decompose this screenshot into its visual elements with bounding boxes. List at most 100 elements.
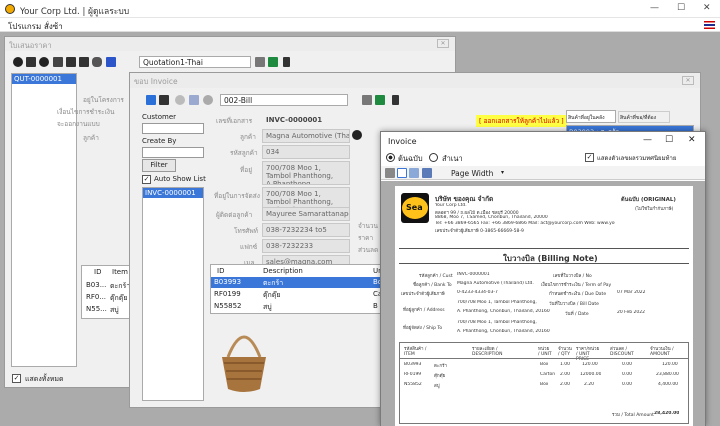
table-header: ส่วนลด / DISCOUNT bbox=[610, 347, 634, 357]
show-decimal-label: แสดงตัวเลขผลรวมทศนิยมท้าย bbox=[597, 155, 677, 162]
chevron-down-icon[interactable]: ▾ bbox=[501, 169, 504, 176]
list-item[interactable]: INVC-0000001 bbox=[143, 188, 203, 198]
fax-field[interactable]: 038-7232233 bbox=[262, 239, 350, 253]
list-item[interactable]: QUT-0000001 bbox=[12, 74, 76, 84]
company-logo: Sea bbox=[401, 193, 429, 223]
delete-icon[interactable] bbox=[175, 95, 185, 105]
table-row[interactable]: ตุ๊กตุ๊ย bbox=[110, 293, 127, 304]
save-icon[interactable] bbox=[106, 57, 116, 67]
info-key: เงื่อนไขการชำระเงิน / Term of Pay bbox=[541, 283, 612, 288]
minimize-button[interactable]: — bbox=[650, 3, 659, 13]
contact-field[interactable]: Mayuree Samarattanaporn bbox=[262, 207, 350, 221]
table-header: ราคา/หน่วย / UNIT PRICE bbox=[576, 347, 600, 362]
tab-requested[interactable]: สินค้าที่ขอ/ที่ต้อง bbox=[618, 111, 670, 123]
send-icon[interactable] bbox=[79, 57, 89, 67]
export-icon[interactable] bbox=[422, 168, 432, 178]
table-row[interactable]: ตุ๊กตุ๊ย bbox=[263, 290, 280, 301]
show-decimal-checkbox[interactable]: ✓ bbox=[585, 153, 594, 162]
items-table: รหัสสินค้า / ITEM รายละเอียด / DESCRIPTI… bbox=[399, 342, 689, 424]
page-icon[interactable] bbox=[397, 168, 407, 178]
approve-icon[interactable] bbox=[203, 95, 213, 105]
logo-text: Sea bbox=[406, 203, 423, 212]
table-cell: Box bbox=[540, 362, 549, 367]
info-key: วันที่ / Date bbox=[565, 312, 589, 317]
invoice-list[interactable]: INVC-0000001 bbox=[142, 187, 204, 401]
print-icon[interactable] bbox=[362, 95, 372, 105]
quotation-close-button[interactable]: ✕ bbox=[437, 39, 449, 48]
table-cell: 0.00 bbox=[622, 362, 633, 367]
quotation-doctype-select[interactable]: Quotation1-Thai bbox=[139, 56, 251, 68]
customer-filter-input[interactable] bbox=[142, 123, 204, 134]
customer-search-icon[interactable] bbox=[352, 130, 362, 140]
report-close-button[interactable]: ✕ bbox=[688, 135, 696, 145]
excel-icon[interactable] bbox=[268, 57, 278, 67]
table-cell: 2.00 bbox=[560, 382, 571, 387]
table-row[interactable]: B03993 bbox=[214, 278, 241, 286]
add-icon[interactable] bbox=[13, 57, 23, 67]
invoice-close-button[interactable]: ✕ bbox=[682, 76, 694, 85]
table-cell: B03993 bbox=[404, 362, 422, 367]
table-row[interactable]: ตะกร้า bbox=[263, 278, 283, 289]
copy-icon[interactable] bbox=[409, 168, 419, 178]
grid-icon[interactable] bbox=[66, 57, 76, 67]
address-field[interactable]: 700/708 Moo 1, Tambol Phanthong, A.Phant… bbox=[262, 161, 350, 185]
add-icon[interactable] bbox=[146, 95, 156, 105]
report-page: Sea บริษัท ของคุณ จำกัด Your Corp Ltd. ต… bbox=[395, 186, 693, 426]
table-row[interactable]: B03... bbox=[86, 281, 106, 289]
radio-original-label: ต้นฉบับ bbox=[398, 154, 423, 163]
quotation-list[interactable]: QUT-0000001 bbox=[11, 73, 77, 367]
flag-icon bbox=[704, 21, 715, 29]
doc-title: ใบวางบิล (Billing Note) bbox=[503, 254, 598, 263]
table-row[interactable]: N55852 bbox=[214, 302, 242, 310]
table-cell: สบู่ bbox=[434, 384, 440, 389]
quotation-toolbar: Quotation1-Thai bbox=[5, 52, 455, 72]
table-row[interactable]: สบู่ bbox=[110, 305, 119, 316]
table-header: จำนวน / QTY bbox=[558, 347, 572, 357]
chat-icon[interactable] bbox=[92, 57, 102, 67]
hourglass-icon[interactable] bbox=[283, 57, 290, 67]
save-icon[interactable] bbox=[189, 95, 199, 105]
menu-bar: โปรแกรม สั่งซ้า bbox=[0, 18, 720, 32]
auto-show-checkbox[interactable]: ✓ bbox=[142, 175, 151, 184]
show-all-checkbox[interactable]: ✓ bbox=[12, 374, 21, 383]
tab-stock[interactable]: สินค้าที่อยู่ในคลัง bbox=[566, 110, 616, 123]
report-viewport: Sea บริษัท ของคุณ จำกัด Your Corp Ltd. ต… bbox=[381, 181, 705, 426]
phone-field[interactable]: 038-7232234 to5 bbox=[262, 223, 350, 237]
print-icon[interactable] bbox=[255, 57, 265, 67]
field-label-contact: ผู้ติดต่อลูกค้า bbox=[216, 211, 253, 219]
doc-no-field[interactable]: INVC-0000001 bbox=[262, 113, 348, 127]
create-by-input[interactable] bbox=[142, 147, 204, 158]
close-button[interactable]: ✕ bbox=[703, 3, 711, 13]
filter-icon[interactable] bbox=[53, 57, 63, 67]
zoom-select[interactable]: Page Width bbox=[447, 167, 509, 179]
table-header-divider bbox=[400, 358, 688, 359]
maximize-button[interactable]: ☐ bbox=[677, 3, 685, 13]
delete-icon[interactable] bbox=[39, 57, 49, 67]
table-row[interactable]: RF0... bbox=[86, 293, 106, 301]
field-label-doc-no: เลขที่เอกสาร bbox=[216, 117, 253, 125]
table-cell: N55852 bbox=[404, 382, 422, 387]
info-key: กำหนดชำระเงิน / Due Date bbox=[549, 292, 607, 297]
radio-copy[interactable] bbox=[429, 153, 438, 162]
radio-original[interactable] bbox=[386, 153, 395, 162]
report-minimize-button[interactable]: — bbox=[643, 135, 652, 145]
invoice-doctype-select[interactable]: 002-Bill bbox=[220, 94, 348, 106]
excel-icon[interactable] bbox=[375, 95, 385, 105]
hourglass-icon[interactable] bbox=[392, 95, 399, 105]
create-by-label: Create By bbox=[142, 137, 177, 145]
save-as-icon[interactable] bbox=[159, 95, 169, 105]
table-row[interactable]: N55... bbox=[86, 305, 107, 313]
copy-icon[interactable] bbox=[26, 57, 36, 67]
print-icon[interactable] bbox=[385, 168, 395, 178]
grid-header-id: ID bbox=[217, 267, 225, 275]
table-row[interactable]: RF0199 bbox=[214, 290, 241, 298]
filter-button[interactable]: Filter bbox=[142, 159, 176, 172]
table-row[interactable]: ตะกร้า bbox=[110, 281, 130, 292]
customer-field[interactable]: Magna Automotive (Thailand) L bbox=[262, 129, 350, 143]
info-key: เลขประจำตัวผู้เสียภาษี bbox=[401, 292, 445, 297]
table-cell: 120.00 bbox=[662, 362, 678, 367]
table-row[interactable]: B bbox=[373, 302, 378, 310]
table-row[interactable]: สบู่ bbox=[263, 302, 272, 313]
report-maximize-button[interactable]: ☐ bbox=[665, 135, 673, 145]
customer-code-field[interactable]: 034 bbox=[262, 145, 350, 159]
